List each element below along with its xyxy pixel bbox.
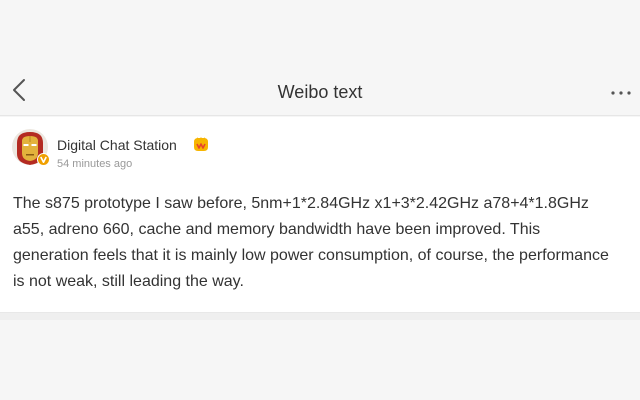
section-divider [0, 312, 640, 320]
post-body-text: The s875 prototype I saw before, 5nm+1*2… [13, 195, 609, 290]
member-badge-icon[interactable] [192, 136, 210, 152]
more-button[interactable] [608, 78, 634, 106]
top-nav-bar: Weibo text [0, 68, 640, 116]
page-title: Weibo text [277, 82, 363, 102]
weibo-detail-page: Weibo text Digital Chat Station 54 minut… [0, 0, 640, 400]
verified-badge-icon [37, 153, 50, 166]
user-name[interactable]: Digital Chat Station [57, 137, 177, 153]
weibo-post-card: Digital Chat Station 54 minutes ago The … [0, 117, 640, 312]
post-timestamp: 54 minutes ago [57, 158, 133, 170]
more-dots-icon [610, 83, 632, 101]
